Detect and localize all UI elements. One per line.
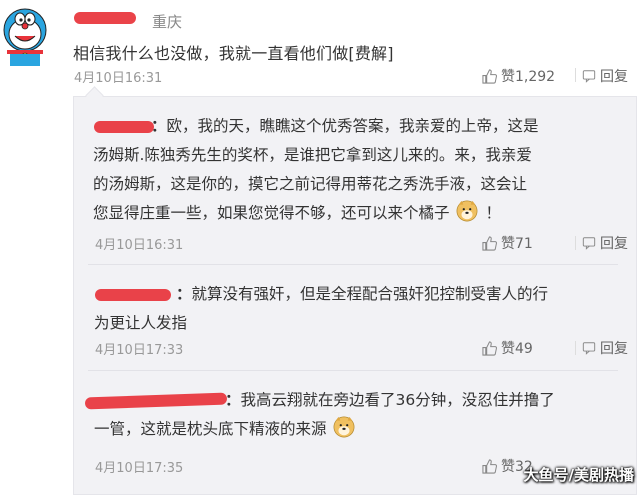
reply-2-reply-button[interactable]: 回复 (582, 338, 628, 358)
reply-1-line3: 的汤姆斯，这是你的，摸它之前记得用蒂花之秀洗手液，这会让 (93, 175, 528, 193)
doge-emoji-icon (333, 416, 354, 438)
post-date: 4月10日16:31 (74, 71, 163, 86)
reply-1-line4-end: ！ (485, 204, 502, 222)
reply-icon (582, 70, 596, 83)
thumbs-up-icon (482, 458, 497, 474)
reply-1-reply-label: 回复 (600, 236, 628, 252)
doge-emoji-icon (456, 200, 477, 222)
reply-icon (582, 342, 596, 355)
post-like-count: 赞1,292 (501, 69, 556, 85)
reply-2-line2: 为更让人发指 (94, 314, 188, 332)
reply-2-line1: 就算没有强奸，但是全程配合强奸犯控制受害人的行 (191, 285, 549, 303)
reply-2-like-count: 赞49 (501, 341, 533, 357)
post-text: 相信我什么也没做，我就一直看他们做[费解] (73, 44, 394, 63)
reply-3-line1: 我高云翔就在旁边看了36分钟，没忍住并撸了 (240, 391, 555, 409)
reply-1-colon: ： (151, 117, 167, 135)
reply-3-date: 4月10日17:35 (95, 461, 184, 476)
reply-1-line4: 您显得庄重一些，如果您觉得不够，还可以来个橘子 (93, 204, 450, 222)
reply-1-like-button[interactable]: 赞71 (482, 233, 533, 253)
post-reply-label: 回复 (600, 69, 628, 85)
reply-2-reply-label: 回复 (600, 341, 628, 357)
thumbs-up-icon (482, 340, 497, 356)
reply-2-like-button[interactable]: 赞49 (482, 338, 533, 358)
reply-1-date: 4月10日16:31 (95, 238, 184, 253)
redacted-username (74, 12, 136, 24)
user-location: 重庆 (152, 13, 183, 31)
reply-icon (582, 237, 596, 250)
post-reply-button[interactable]: 回复 (582, 66, 628, 86)
reply-3-colon: ： (225, 391, 241, 409)
reply-1-reply-button[interactable]: 回复 (582, 233, 628, 253)
thumbs-up-icon (482, 235, 497, 251)
reply-divider (88, 370, 618, 371)
divider (575, 341, 576, 355)
user-avatar[interactable] (2, 6, 48, 66)
divider (575, 236, 576, 250)
reply-2-text: ：就算没有强奸，但是全程配合强奸犯控制受害人的行 为更让人发指 (94, 280, 614, 338)
reply-3-line2: 一管，这就是枕头底下精液的来源 (94, 420, 327, 438)
reply-1-line2: 汤姆斯.陈独秀先生的奖杯，是谁把它拿到这儿来的。来，我亲爱 (93, 146, 532, 164)
watermark: 大鱼号/美剧热播 (523, 466, 634, 484)
reply-1-like-count: 赞71 (501, 236, 533, 252)
reply-2-date: 4月10日17:33 (95, 343, 184, 358)
reply-divider (88, 264, 618, 265)
thumbs-up-icon (482, 68, 497, 84)
post-like-button[interactable]: 赞1,292 (482, 66, 555, 86)
reply-3-text: ：我高云翔就在旁边看了36分钟，没忍住并撸了 一管，这就是枕头底下精液的来源 (94, 386, 614, 444)
reply-1-line1: 欧，我的天，瞧瞧这个优秀答案，我亲爱的上帝，这是 (166, 117, 539, 135)
divider (575, 68, 576, 82)
reply-1-text: ：欧，我的天，瞧瞧这个优秀答案，我亲爱的上帝，这是 汤姆斯.陈独秀先生的奖杯，是… (93, 112, 613, 228)
reply-2-colon: ： (176, 285, 192, 303)
